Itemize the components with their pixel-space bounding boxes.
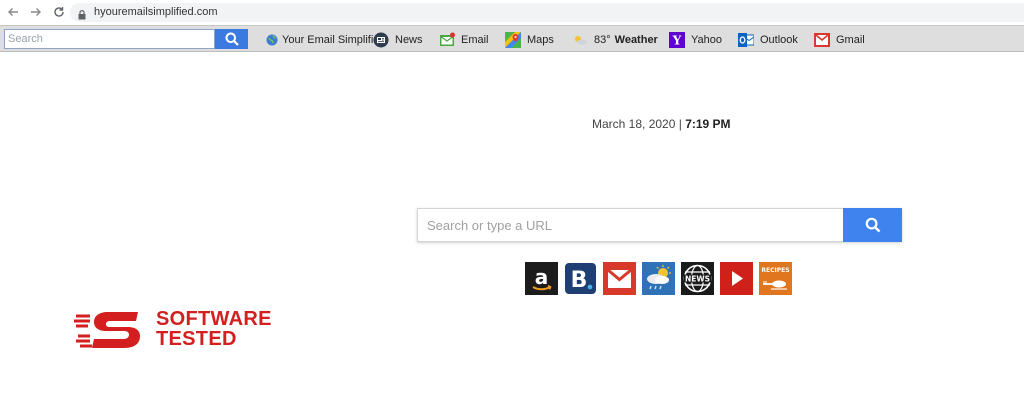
booking-tile[interactable]: B	[564, 262, 597, 295]
main-search-input[interactable]	[418, 209, 843, 241]
recipes-tile[interactable]: RECIPES	[759, 262, 792, 295]
toolbar-item-your-email-simplified[interactable]: Your Email Simplified	[266, 30, 386, 50]
email-icon	[439, 32, 455, 48]
brand-line-2: TESTED	[156, 328, 237, 350]
brand-text: SOFTWARE TESTED	[156, 309, 272, 349]
news-icon: NEWS	[681, 262, 714, 295]
amazon-tile[interactable]: a	[525, 262, 558, 295]
toolbar-item-label: Yahoo	[691, 34, 722, 46]
toolbar-search-button[interactable]	[215, 29, 248, 49]
toolbar-item-outlook[interactable]: Outlook	[738, 30, 798, 50]
date-time-separator: |	[678, 117, 682, 131]
toolbar-item-label: Your Email Simplified	[282, 34, 386, 46]
news-tile-text: NEWS	[685, 275, 710, 284]
recipes-tile-text: RECIPES	[761, 267, 789, 274]
svg-text:a: a	[535, 265, 549, 289]
toolbar-item-label: Email	[461, 34, 489, 46]
gmail-icon	[814, 32, 830, 48]
browser-address-bar: hyouremailsimplified.com	[0, 0, 1024, 24]
url-text: hyouremailsimplified.com	[94, 6, 218, 18]
weather-label: Weather	[614, 34, 658, 46]
toolbar-item-email[interactable]: Email	[439, 30, 489, 50]
amazon-icon: a	[525, 262, 558, 295]
weather-icon	[642, 262, 675, 295]
toolbar-item-yahoo[interactable]: Y Yahoo	[669, 30, 722, 50]
youtube-icon	[720, 262, 753, 295]
main-search-box	[417, 208, 902, 242]
main-search-button[interactable]	[843, 208, 902, 242]
toolbar-item-gmail[interactable]: Gmail	[814, 30, 865, 50]
youtube-tile[interactable]	[720, 262, 753, 295]
toolbar-item-label: Maps	[527, 34, 554, 46]
booking-tile-letter: B	[571, 268, 588, 293]
software-tested-logo: SOFTWARE TESTED	[74, 309, 296, 353]
toolbar-item-label: Gmail	[836, 34, 865, 46]
software-tested-s-icon	[74, 312, 140, 348]
toolbar-item-label: News	[395, 34, 423, 46]
lock-icon	[78, 7, 86, 20]
toolbar-item-weather[interactable]: 83° Weather	[572, 30, 658, 50]
toolbar-item-maps[interactable]: Maps	[505, 30, 554, 50]
yahoo-icon: Y	[669, 32, 685, 48]
search-icon	[865, 217, 880, 233]
search-icon	[225, 32, 239, 46]
time-text: 7:19 PM	[685, 117, 731, 131]
weather-tile[interactable]	[642, 262, 675, 295]
booking-icon: B	[564, 262, 597, 295]
weather-icon	[572, 32, 588, 48]
date-time: March 18, 2020 | 7:19 PM	[592, 117, 731, 131]
globe-icon	[266, 34, 278, 46]
toolbar-item-label: Outlook	[760, 34, 798, 46]
weather-temperature: 83°	[594, 34, 611, 46]
reload-icon[interactable]	[52, 5, 66, 19]
toolbar-item-news[interactable]: News	[373, 30, 423, 50]
brand-line-1: SOFTWARE	[156, 308, 272, 330]
svg-text:Y: Y	[672, 34, 682, 48]
news-tile[interactable]: NEWS	[681, 262, 714, 295]
date-text: March 18, 2020	[592, 117, 676, 131]
url-field[interactable]: hyouremailsimplified.com	[70, 3, 1024, 22]
gmail-tile[interactable]	[603, 262, 636, 295]
gmail-icon	[603, 262, 636, 295]
forward-arrow-icon[interactable]	[29, 5, 43, 19]
extension-toolbar: Your Email Simplified News Email Maps 83…	[0, 25, 1024, 52]
outlook-icon	[738, 32, 754, 48]
maps-icon	[505, 32, 521, 48]
recipes-icon: RECIPES	[759, 262, 792, 295]
toolbar-search-input[interactable]	[4, 29, 215, 49]
news-icon	[373, 32, 389, 48]
back-arrow-icon[interactable]	[6, 5, 20, 19]
